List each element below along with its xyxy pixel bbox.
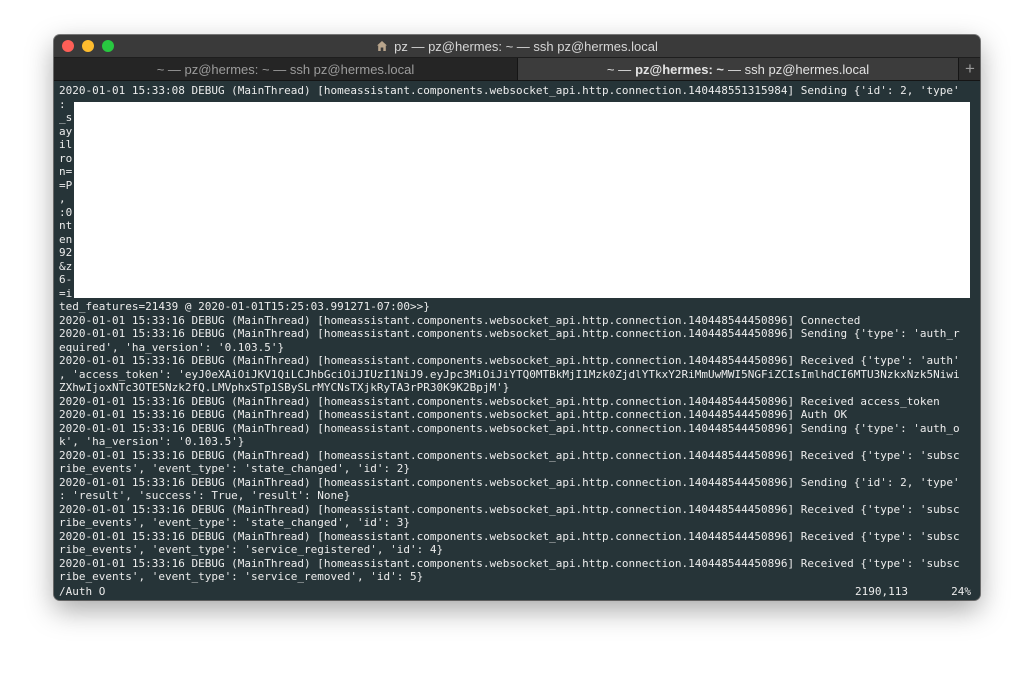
terminal-line: 2020-01-01 15:33:16 DEBUG (MainThread) […: [59, 394, 940, 408]
terminal-line: 2020-01-01 15:33:16 DEBUG (MainThread) […: [59, 502, 960, 516]
tab-ssh-1[interactable]: ~ — pz@hermes: ~ — ssh pz@hermes.local: [54, 58, 517, 80]
terminal-line: 2020-01-01 15:33:16 DEBUG (MainThread) […: [59, 475, 960, 489]
search-command: /Auth O: [59, 585, 106, 598]
window-title-area: pz — pz@hermes: ~ — ssh pz@hermes.local: [54, 35, 980, 57]
terminal-line: : 'result', 'success': True, 'result': N…: [59, 489, 351, 502]
tab-label-bold: pz@hermes: ~: [635, 61, 725, 77]
terminal-line: 2020-01-01 15:33:16 DEBUG (MainThread) […: [59, 448, 960, 462]
terminal-line: equired', 'ha_version': '0.103.5'}: [59, 340, 285, 354]
terminal-line: k', 'ha_version': '0.103.5'}: [59, 435, 245, 448]
terminal-line: ted_features=21439 @ 2020-01-01T15:25:03…: [59, 300, 430, 313]
terminal-window: pz — pz@hermes: ~ — ssh pz@hermes.local …: [54, 35, 980, 600]
terminal-line: 2020-01-01 15:33:08 DEBUG (MainThread) […: [59, 84, 960, 97]
terminal-output[interactable]: 2020-01-01 15:33:08 DEBUG (MainThread) […: [54, 81, 980, 600]
terminal-line: ribe_events', 'event_type': 'service_rem…: [59, 570, 424, 583]
tab-label-prefix: ~ —: [606, 61, 632, 77]
window-title: pz — pz@hermes: ~ — ssh pz@hermes.local: [394, 38, 658, 54]
terminal-line: ribe_events', 'event_type': 'state_chang…: [59, 516, 410, 529]
tab-label: ~ — pz@hermes: ~ — ssh pz@hermes.local: [156, 61, 415, 77]
tab-ssh-2[interactable]: ~ — pz@hermes: ~ — ssh pz@hermes.local: [517, 58, 958, 80]
status-line: /Auth O 2190,113 24%: [59, 585, 971, 599]
terminal-line: ZXhwIjoxNTc3OTE5Nzk2fQ.LMVphxSTp1SBySLrM…: [59, 381, 510, 394]
title-bar[interactable]: pz — pz@hermes: ~ — ssh pz@hermes.local: [54, 35, 980, 58]
plus-icon: +: [965, 59, 975, 78]
scroll-percent: 24%: [951, 585, 971, 598]
cursor-position: 2190,113: [855, 585, 908, 598]
terminal-line: 2020-01-01 15:33:16 DEBUG (MainThread) […: [59, 408, 848, 421]
tab-bar: ~ — pz@hermes: ~ — ssh pz@hermes.local ~…: [54, 58, 980, 81]
terminal-line: 2020-01-01 15:33:16 DEBUG (MainThread) […: [59, 354, 960, 367]
home-icon: [377, 41, 388, 51]
terminal-line: 2020-01-01 15:33:16 DEBUG (MainThread) […: [59, 327, 960, 340]
terminal-line: , 'access_token': 'eyJ0eXAiOiJKV1QiLCJhb…: [59, 367, 960, 381]
terminal-line: 2020-01-01 15:33:16 DEBUG (MainThread) […: [59, 529, 960, 543]
terminal-line: 2020-01-01 15:33:16 DEBUG (MainThread) […: [59, 556, 960, 570]
terminal-line: ribe_events', 'event_type': 'state_chang…: [59, 462, 410, 475]
terminal-line: ribe_events', 'event_type': 'service_reg…: [59, 543, 444, 556]
terminal-line: 2020-01-01 15:33:16 DEBUG (MainThread) […: [59, 313, 861, 327]
tab-label-suffix: — ssh pz@hermes.local: [728, 61, 870, 77]
redacted-region: [74, 102, 970, 298]
terminal-line: 2020-01-01 15:33:16 DEBUG (MainThread) […: [59, 421, 960, 435]
new-tab-button[interactable]: +: [958, 58, 980, 80]
